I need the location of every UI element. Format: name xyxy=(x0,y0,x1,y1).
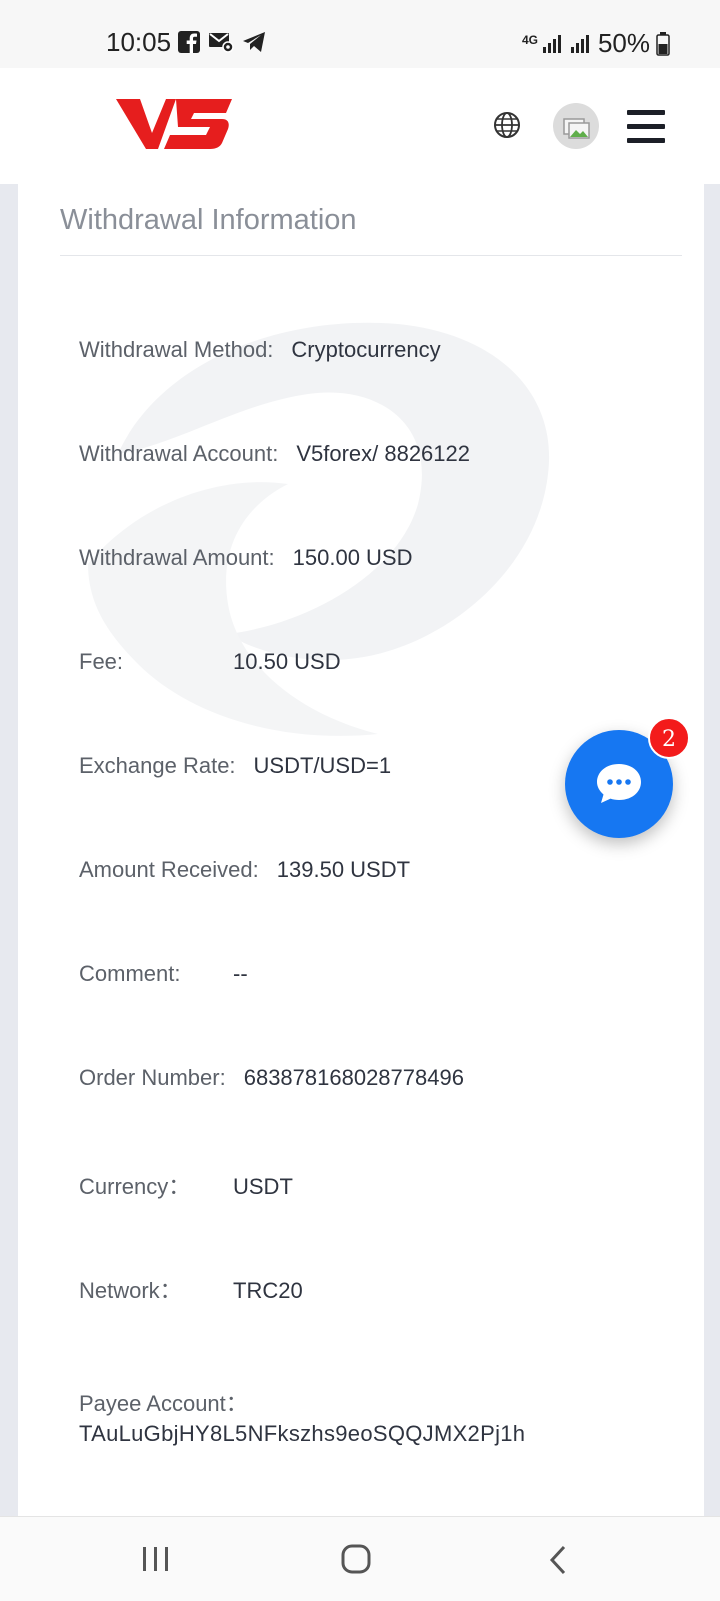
info-row-amount-received: Amount Received: 139.50 USDT xyxy=(79,857,410,883)
info-row-withdrawal-method: Withdrawal Method: Cryptocurrency xyxy=(79,337,441,363)
status-time: 10:05 xyxy=(106,27,172,57)
info-value: USDT/USD=1 xyxy=(253,753,392,778)
mail-settings-icon xyxy=(209,33,234,53)
top-header xyxy=(0,68,720,184)
info-value: Cryptocurrency xyxy=(291,337,441,362)
withdrawal-info-card: Withdrawal Information Withdrawal Method… xyxy=(18,184,704,1516)
info-row-currency: Currency： USDT xyxy=(79,1169,293,1201)
info-value: USDT xyxy=(233,1174,293,1199)
eagle-watermark xyxy=(88,322,550,736)
info-value: V5forex/ 8826122 xyxy=(296,441,471,466)
info-label: Currency： xyxy=(79,1174,191,1199)
info-value: TRC20 xyxy=(233,1278,303,1303)
payee-account-value: TAuLuGbjHY8L5NFkszhs9eoSQQJMX2Pj1h xyxy=(79,1421,526,1446)
recent-apps-icon[interactable] xyxy=(140,1545,172,1573)
info-value: -- xyxy=(233,961,248,986)
info-row-fee: Fee: 10.50 USD xyxy=(79,649,341,675)
info-label: Withdrawal Method: xyxy=(79,337,274,362)
system-navigation-bar xyxy=(0,1516,720,1601)
info-label: Withdrawal Amount: xyxy=(79,545,275,570)
info-label: Network： xyxy=(79,1278,182,1303)
info-label: Withdrawal Account: xyxy=(79,441,279,466)
network-type: 4G xyxy=(521,32,538,47)
signal-icon-secondary xyxy=(570,34,589,53)
globe-icon[interactable] xyxy=(493,111,521,139)
payee-account-label: Payee Account： xyxy=(79,1391,248,1416)
brand-logo[interactable] xyxy=(114,91,234,155)
battery-percentage: 50% xyxy=(597,28,650,58)
info-value: 139.50 USDT xyxy=(276,857,411,882)
hamburger-menu-icon[interactable] xyxy=(627,110,665,144)
telegram-icon xyxy=(243,32,265,52)
signal-icon xyxy=(542,34,561,53)
info-row-comment: Comment: -- xyxy=(79,961,248,987)
title-divider xyxy=(60,255,682,256)
info-row-withdrawal-amount: Withdrawal Amount: 150.00 USD xyxy=(79,545,413,571)
info-value: 10.50 USD xyxy=(233,649,341,674)
info-label: Amount Received: xyxy=(79,857,259,882)
info-row-withdrawal-account: Withdrawal Account: V5forex/ 8826122 xyxy=(79,441,470,467)
battery-icon xyxy=(656,31,670,56)
info-label: Fee: xyxy=(79,649,124,674)
home-icon[interactable] xyxy=(340,1544,372,1574)
system-status-icons: 4G 50% xyxy=(522,28,670,59)
info-value: 683878168028778496 xyxy=(243,1065,464,1090)
info-row-network: Network： TRC20 xyxy=(79,1273,303,1305)
info-label: Comment: xyxy=(79,961,181,986)
info-row-exchange-rate: Exchange Rate: USDT/USD=1 xyxy=(79,753,391,779)
status-bar: 10:05 4G 50% xyxy=(0,0,720,68)
facebook-icon xyxy=(178,31,200,53)
image-placeholder-icon xyxy=(563,118,590,139)
unread-count-badge: 2 xyxy=(648,717,690,759)
avatar[interactable] xyxy=(553,103,599,149)
back-icon[interactable] xyxy=(548,1545,568,1575)
info-label: Order Number: xyxy=(79,1065,226,1090)
info-row-order-number: Order Number: 683878168028778496 xyxy=(79,1065,464,1091)
notification-icons xyxy=(178,31,266,53)
card-title: Withdrawal Information xyxy=(60,204,357,236)
info-label: Exchange Rate: xyxy=(79,753,236,778)
info-value: 150.00 USD xyxy=(292,545,413,570)
